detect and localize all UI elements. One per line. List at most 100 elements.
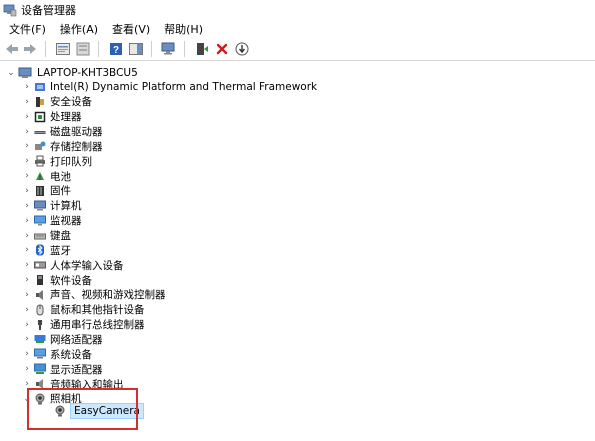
collapsed-chevron-icon[interactable]: › [22,258,32,272]
audio-io-icon [34,378,46,390]
menu-view[interactable]: 查看(V) [105,21,157,37]
keyboard-icon [34,230,46,242]
device-manager-app-icon [3,3,17,17]
title-bar: 设备管理器 [0,0,595,20]
toolbar: ? [0,38,595,61]
collapsed-chevron-icon[interactable]: › [22,318,32,332]
collapsed-chevron-icon[interactable]: › [22,95,32,109]
tree-category-item[interactable]: › 固件 [22,184,71,198]
tree-category-item[interactable]: › 系统设备 [22,347,92,361]
collapsed-chevron-icon[interactable]: › [22,199,32,213]
firmware-icon [34,185,46,197]
collapsed-chevron-icon[interactable]: › [22,362,32,376]
tree-category-label: 电池 [50,170,71,183]
webcam-icon [54,405,66,417]
tree-category-item[interactable]: › 处理器 [22,110,81,124]
printer-icon [34,155,46,167]
tree-category-label: 人体学输入设备 [50,259,124,272]
tree-category-item[interactable]: › 打印队列 [22,154,92,168]
collapsed-chevron-icon[interactable]: › [22,110,32,124]
tree-category-label: 安全设备 [50,96,92,109]
collapsed-chevron-icon[interactable]: › [22,184,32,198]
camera-icon [34,393,46,405]
sound-icon [34,289,46,301]
tree-category-label: 网络适配器 [50,333,103,346]
tree-item-easycamera[interactable]: EasyCamera [52,403,144,419]
collapsed-chevron-icon[interactable]: › [22,154,32,168]
collapsed-chevron-icon[interactable]: › [22,214,32,228]
collapsed-chevron-icon[interactable]: › [22,229,32,243]
tree-category-label: 存储控制器 [50,140,103,153]
tree-category-label: 鼠标和其他指针设备 [50,304,145,317]
disk-drive-icon [34,126,46,138]
tree-root[interactable]: ⌄ LAPTOP-KHT3BCU5 [6,66,138,80]
tree-category-item[interactable]: › 磁盘驱动器 [22,125,103,139]
tree-category-item[interactable]: › 网络适配器 [22,332,103,346]
menu-file[interactable]: 文件(F) [0,21,53,37]
collapsed-chevron-icon[interactable]: › [22,347,32,361]
action-pane-icon[interactable] [128,41,144,57]
tree-category-item[interactable]: › 监视器 [22,214,82,228]
processor-icon [34,111,46,123]
uninstall-icon[interactable] [214,41,230,57]
tree-category-item[interactable]: › 通用串行总线控制器 [22,318,145,332]
tree-category-item[interactable]: › Intel(R) Dynamic Platform and Thermal F… [22,80,317,94]
back-arrow-icon[interactable] [4,41,20,57]
tree-category-item[interactable]: › 键盘 [22,229,71,243]
menu-action[interactable]: 操作(A) [53,21,105,37]
tree-category-item[interactable]: › 鼠标和其他指针设备 [22,303,145,317]
tree-category-label: 系统设备 [50,348,92,361]
hid-icon [34,259,46,271]
tree-category-label: 音频输入和输出 [50,378,124,391]
tree-category-label: 软件设备 [50,274,92,287]
expanded-chevron-icon[interactable]: ⌄ [22,392,32,406]
tree-category-label: 通用串行总线控制器 [50,319,145,332]
collapsed-chevron-icon[interactable]: › [22,169,32,183]
tree-category-item[interactable]: › 存储控制器 [22,139,103,153]
show-hidden-icon[interactable] [75,41,91,57]
tree-category-label: 磁盘驱动器 [50,126,103,139]
tree-category-item[interactable]: › 软件设备 [22,273,92,287]
expanded-chevron-icon[interactable]: ⌄ [6,66,16,80]
usb-icon [34,319,46,331]
collapsed-chevron-icon[interactable]: › [22,288,32,302]
window-title: 设备管理器 [21,4,76,17]
monitor-scan-icon[interactable] [161,41,177,57]
download-icon[interactable] [234,41,250,57]
tree-category-item[interactable]: › 计算机 [22,199,82,213]
collapsed-chevron-icon[interactable]: › [22,243,32,257]
tree-category-item[interactable]: › 蓝牙 [22,243,71,257]
network-adapter-icon [34,333,46,345]
tree-category-item[interactable]: › 音频输入和输出 [22,377,124,391]
collapsed-chevron-icon[interactable]: › [22,303,32,317]
security-device-icon [34,96,46,108]
tree-root-label: LAPTOP-KHT3BCU5 [37,67,138,79]
tree-category-item[interactable]: › 显示适配器 [22,362,103,376]
collapsed-chevron-icon[interactable]: › [22,125,32,139]
collapsed-chevron-icon[interactable]: › [22,273,32,287]
thermal-framework-icon [34,81,46,93]
collapsed-chevron-icon[interactable]: › [22,332,32,346]
tree-category-label: 固件 [50,185,71,198]
forward-arrow-icon[interactable] [22,41,38,57]
collapsed-chevron-icon[interactable]: › [22,80,32,94]
tree-category-item[interactable]: › 安全设备 [22,95,92,109]
tree-category-item[interactable]: › 人体学输入设备 [22,258,124,272]
tree-category-item[interactable]: › 声音、视频和游戏控制器 [22,288,165,302]
update-driver-icon[interactable] [194,41,210,57]
menu-help[interactable]: 帮助(H) [157,21,210,37]
bluetooth-icon [34,244,46,256]
easycamera-label: EasyCamera [70,403,144,419]
system-device-icon [34,348,46,360]
software-device-icon [34,274,46,286]
help-icon[interactable]: ? [108,41,124,57]
properties-icon[interactable] [55,41,71,57]
collapsed-chevron-icon[interactable]: › [22,139,32,153]
tree-category-label: 打印队列 [50,155,92,168]
tree-category-label: 键盘 [50,230,71,242]
storage-controller-icon [34,140,46,152]
tree-category-item[interactable]: › 电池 [22,169,71,183]
computer-root-icon [18,67,32,79]
collapsed-chevron-icon[interactable]: › [22,377,32,391]
menu-bar: 文件(F) 操作(A) 查看(V) 帮助(H) [0,20,595,38]
